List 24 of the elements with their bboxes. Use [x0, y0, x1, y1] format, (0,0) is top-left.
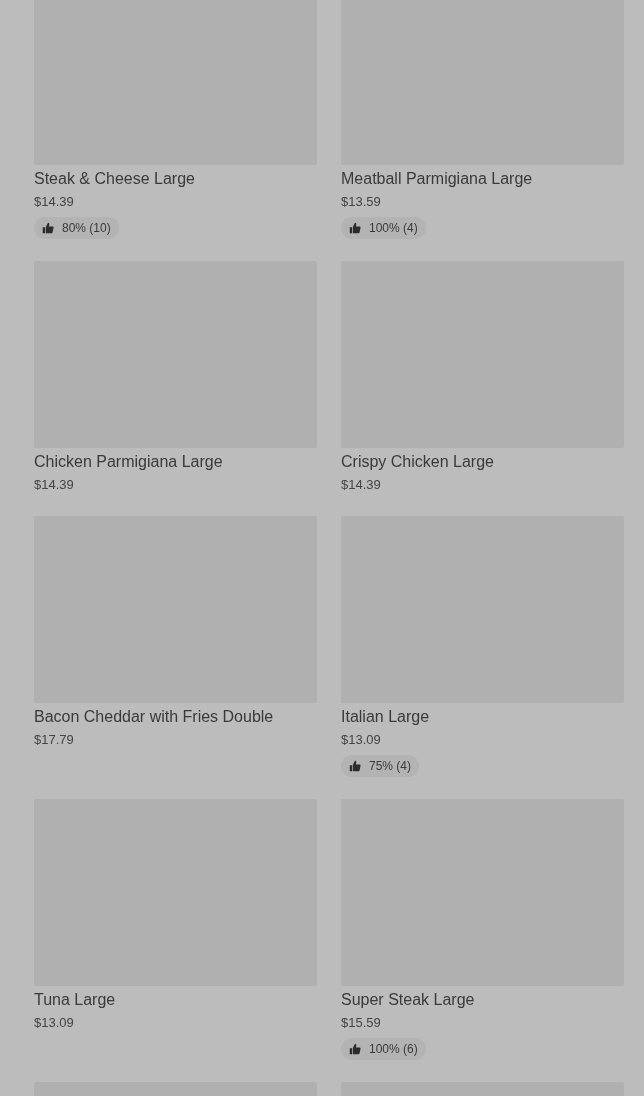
thumbs-up-icon	[42, 222, 54, 234]
rating-text: 75% (4)	[369, 759, 412, 773]
item-price: $13.09	[341, 731, 381, 749]
item-name: Meatball Parmigiana Large	[341, 169, 533, 189]
item-price: $14.39	[341, 476, 381, 494]
item-name: Steak & Cheese Large	[34, 169, 195, 189]
item-price: $14.39	[34, 476, 74, 494]
item-price: $13.09	[34, 1014, 74, 1032]
item-name: Bacon Cheddar with Fries Double	[34, 707, 274, 727]
item-price: $14.39	[34, 193, 74, 211]
item-name: Italian Large	[341, 707, 430, 727]
rating-text: 80% (10)	[62, 221, 111, 235]
rating-text: 100% (4)	[369, 221, 418, 235]
thumbs-up-icon	[349, 222, 361, 234]
rating-text: 100% (6)	[369, 1042, 418, 1056]
thumbs-up-icon	[349, 760, 361, 772]
item-price: $13.59	[341, 193, 381, 211]
item-name: Super Steak Large	[341, 990, 475, 1010]
item-name: Chicken Parmigiana Large	[34, 452, 223, 472]
item-price: $17.79	[34, 731, 74, 749]
item-name: Crispy Chicken Large	[341, 452, 494, 472]
item-price: $15.59	[341, 1014, 381, 1032]
item-name: Tuna Large	[34, 990, 116, 1010]
thumbs-up-icon	[349, 1043, 361, 1055]
